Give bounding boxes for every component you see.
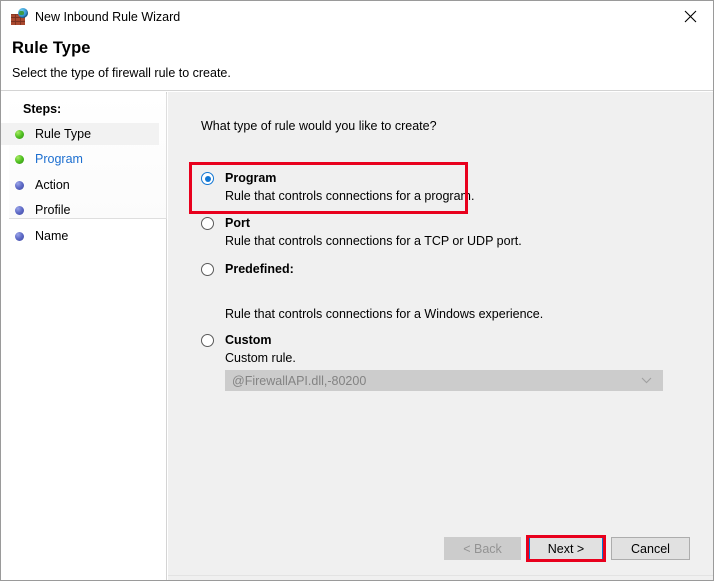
sidebar-item-profile[interactable]: Profile xyxy=(1,199,159,221)
option-predefined-label: Predefined: xyxy=(225,262,294,276)
radio-port[interactable] xyxy=(201,217,214,230)
firewall-globe-icon xyxy=(11,8,28,25)
option-port-label: Port xyxy=(225,216,250,230)
sidebar-item-program[interactable]: Program xyxy=(1,148,159,170)
sidebar-item-label: Program xyxy=(35,152,83,166)
step-bullet-icon xyxy=(15,205,24,215)
main-panel: What type of rule would you like to crea… xyxy=(168,92,713,580)
step-bullet-icon xyxy=(15,154,24,164)
page-subtitle: Select the type of firewall rule to crea… xyxy=(12,66,231,80)
option-custom[interactable]: Custom Custom rule. xyxy=(201,333,671,365)
sidebar-item-label: Action xyxy=(35,178,70,192)
sidebar-item-action[interactable]: Action xyxy=(1,174,159,196)
step-bullet-icon xyxy=(15,129,24,139)
wizard-window: New Inbound Rule Wizard Rule Type Select… xyxy=(0,0,714,581)
option-program-label: Program xyxy=(225,171,277,185)
option-custom-label: Custom xyxy=(225,333,272,347)
option-port-description: Rule that controls connections for a TCP… xyxy=(225,234,522,248)
cancel-button[interactable]: Cancel xyxy=(611,537,690,560)
predefined-dropdown-value: @FirewallAPI.dll,-80200 xyxy=(232,373,367,388)
page-header: Rule Type Select the type of firewall ru… xyxy=(1,33,713,91)
back-button[interactable]: < Back xyxy=(444,537,521,560)
steps-sidebar: Steps: Rule Type Program Action Profile … xyxy=(1,92,167,580)
step-bullet-icon xyxy=(15,180,24,190)
sidebar-item-label: Rule Type xyxy=(35,127,92,141)
sidebar-item-label: Name xyxy=(35,229,69,243)
chevron-down-icon xyxy=(638,377,655,384)
option-predefined[interactable]: Predefined: xyxy=(201,262,671,276)
close-icon[interactable] xyxy=(667,1,713,32)
footer-divider xyxy=(168,575,713,576)
option-program[interactable]: Program Rule that controls connections f… xyxy=(201,171,671,203)
question-text: What type of rule would you like to crea… xyxy=(201,119,437,133)
radio-custom[interactable] xyxy=(201,334,214,347)
option-predefined-description: Rule that controls connections for a Win… xyxy=(225,307,544,321)
radio-program[interactable] xyxy=(201,172,214,185)
option-custom-description: Custom rule. xyxy=(225,351,296,365)
option-program-description: Rule that controls connections for a pro… xyxy=(225,189,475,203)
option-port[interactable]: Port Rule that controls connections for … xyxy=(201,216,671,248)
predefined-dropdown[interactable]: @FirewallAPI.dll,-80200 xyxy=(225,370,663,391)
title-bar: New Inbound Rule Wizard xyxy=(1,1,713,33)
sidebar-item-name[interactable]: Name xyxy=(1,225,159,247)
page-title: Rule Type xyxy=(12,39,91,57)
window-title: New Inbound Rule Wizard xyxy=(35,10,181,24)
radio-predefined[interactable] xyxy=(201,263,214,276)
steps-heading: Steps: xyxy=(23,102,62,116)
sidebar-item-label: Profile xyxy=(35,203,71,217)
sidebar-item-rule-type[interactable]: Rule Type xyxy=(1,123,159,145)
option-predefined-description-wrap: Rule that controls connections for a Win… xyxy=(201,307,671,321)
next-button[interactable]: Next > xyxy=(529,537,603,560)
step-bullet-icon xyxy=(15,231,24,241)
